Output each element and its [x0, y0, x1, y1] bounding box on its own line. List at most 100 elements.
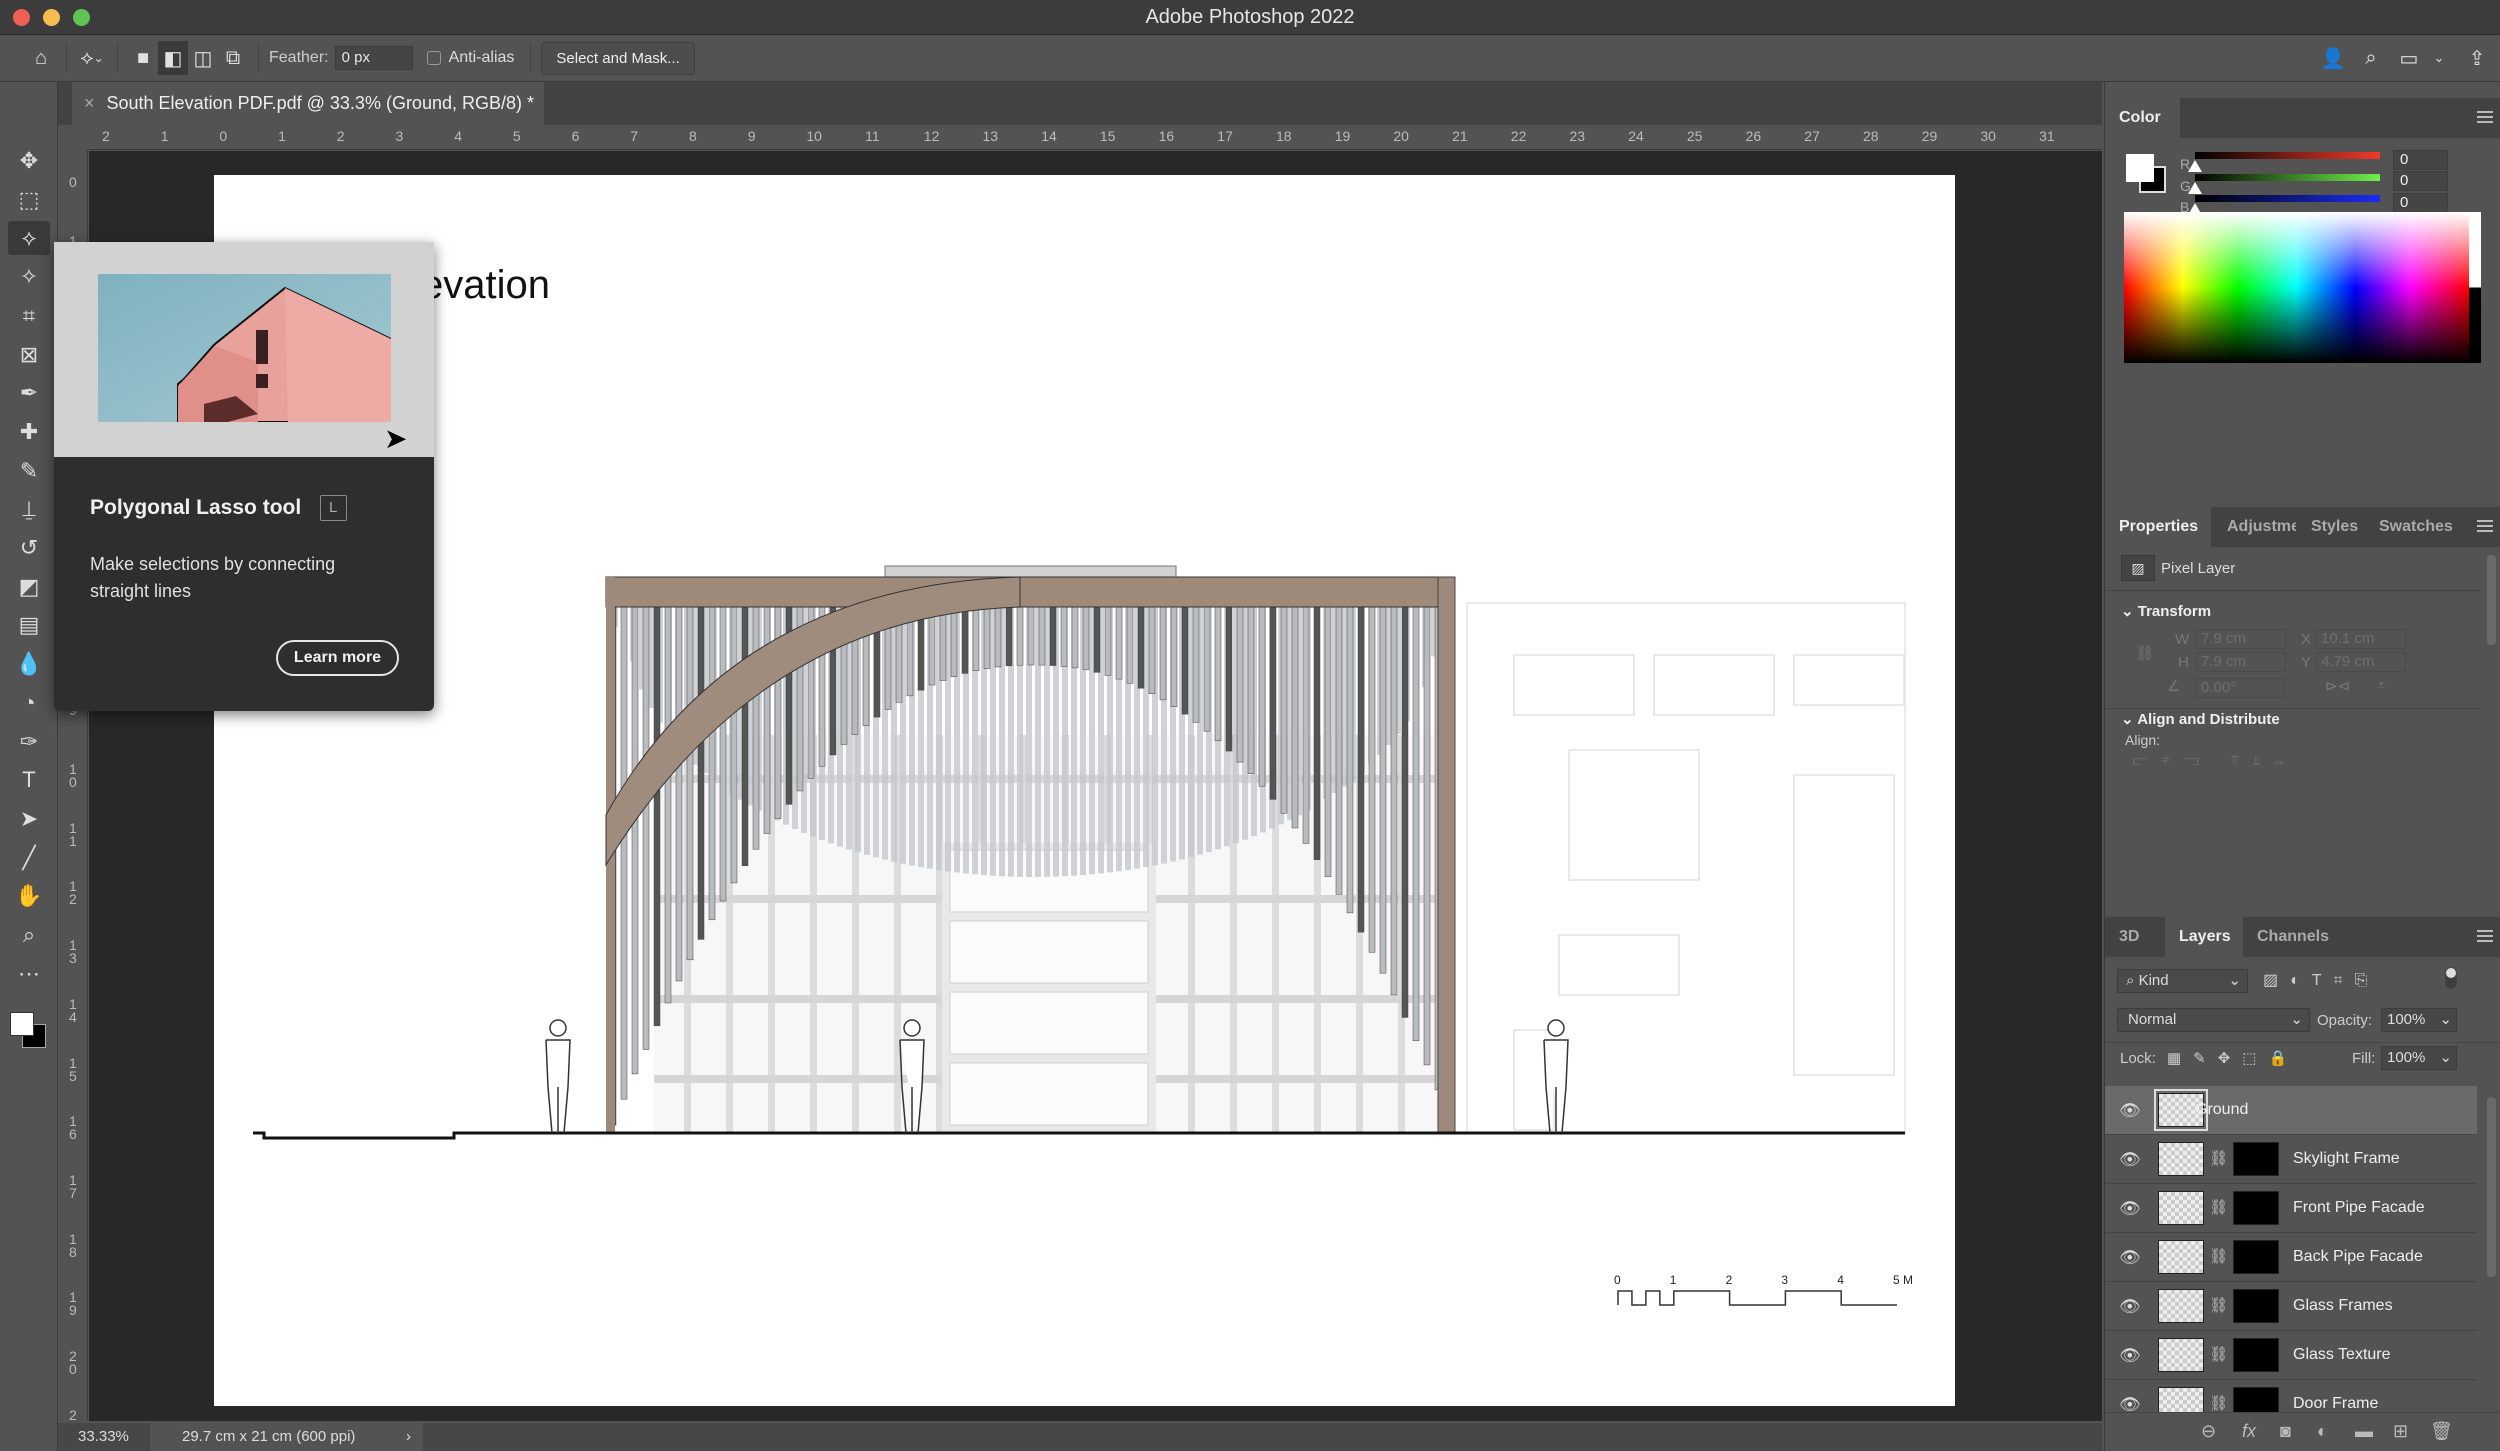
eyedropper-icon[interactable]: ✒	[8, 376, 50, 410]
mask-link-icon[interactable]: ⛓	[2209, 1149, 2228, 1167]
visibility-eye-icon[interactable]: 👁	[2119, 1346, 2141, 1366]
share-icon[interactable]: ⇪	[2462, 41, 2492, 75]
add-to-selection-icon[interactable]: ◧	[158, 41, 188, 75]
tab-swatches[interactable]: Swatches	[2365, 507, 2467, 547]
document-tab[interactable]: × South Elevation PDF.pdf @ 33.3% (Ground…	[72, 82, 544, 125]
add-mask-icon[interactable]: ◙	[2280, 1421, 2291, 1442]
visibility-eye-icon[interactable]: 👁	[2119, 1150, 2141, 1170]
marquee-icon[interactable]: ⬚	[8, 183, 50, 217]
layer-row[interactable]: 👁 ⛓ Back Pipe Facade	[2105, 1233, 2477, 1282]
tab-channels[interactable]: Channels	[2243, 917, 2343, 957]
g-slider[interactable]	[2195, 174, 2380, 181]
panel-menu-icon[interactable]	[2477, 520, 2493, 532]
color-spectrum[interactable]	[2124, 212, 2469, 363]
b-value[interactable]: 0	[2393, 193, 2448, 213]
layer-row[interactable]: 👁 ⛓ Glass Texture	[2105, 1331, 2477, 1380]
height-field[interactable]: 7.9 cm	[2196, 652, 2286, 672]
home-icon[interactable]: ⌂	[26, 41, 56, 75]
layer-mask-thumbnail[interactable]	[2233, 1289, 2279, 1323]
intersect-selection-icon[interactable]: ⧉	[218, 41, 248, 75]
layer-row[interactable]: 👁 ⛓ Skylight Frame	[2105, 1135, 2477, 1184]
stamp-icon[interactable]: ⍊	[8, 492, 50, 526]
tab-styles[interactable]: Styles	[2297, 507, 2372, 547]
layer-row[interactable]: 👁 ⛓ Glass Frames	[2105, 1282, 2477, 1331]
tab-properties[interactable]: Properties	[2105, 507, 2211, 547]
visibility-eye-icon[interactable]: 👁	[2119, 1101, 2141, 1121]
gradient-icon[interactable]: ▤	[8, 608, 50, 642]
tab-3d[interactable]: 3D	[2105, 917, 2165, 957]
angle-field[interactable]: 0.00°	[2196, 678, 2284, 698]
layers-scrollbar[interactable]	[2487, 1097, 2496, 1277]
frame-icon[interactable]: ⊠	[8, 338, 50, 372]
delete-layer-icon[interactable]: 🗑	[2430, 1421, 2453, 1442]
healing-icon[interactable]: ✚	[8, 415, 50, 449]
flip-horizontal-icon[interactable]: ⊳⊲	[2325, 677, 2350, 695]
y-field[interactable]: 4.79 cm	[2316, 652, 2406, 672]
layer-row[interactable]: 👁 ⛓ Door Frame	[2105, 1380, 2477, 1416]
minimize-window-button[interactable]	[43, 9, 60, 26]
new-layer-icon[interactable]: ⊞	[2393, 1421, 2408, 1442]
search-icon[interactable]: ⌕	[2356, 41, 2386, 75]
new-group-icon[interactable]: ▬	[2355, 1421, 2373, 1442]
align-buttons[interactable]: ⫍⫩⫎ ⫪⫫⫬	[2133, 752, 2297, 769]
eraser-icon[interactable]: ◩	[8, 570, 50, 604]
visibility-eye-icon[interactable]: 👁	[2119, 1248, 2141, 1268]
document-page[interactable]: South Elevation 012345 M	[214, 175, 1955, 1406]
pen-icon[interactable]: ✑	[8, 725, 50, 759]
layer-mask-thumbnail[interactable]	[2233, 1338, 2279, 1372]
adjustment-layer-icon[interactable]: ◐	[2317, 1421, 2328, 1442]
layer-mask-thumbnail[interactable]	[2233, 1142, 2279, 1176]
r-value[interactable]: 0	[2393, 150, 2448, 170]
mask-link-icon[interactable]: ⛓	[2209, 1345, 2228, 1363]
anti-alias-checkbox[interactable]	[426, 51, 441, 65]
b-slider[interactable]	[2195, 195, 2380, 202]
learn-more-button[interactable]: Learn more	[276, 640, 399, 676]
line-icon[interactable]: ╱	[8, 841, 50, 875]
layer-row[interactable]: 👁 ⛓ Front Pipe Facade	[2105, 1184, 2477, 1233]
layer-mask-thumbnail[interactable]	[2233, 1240, 2279, 1274]
visibility-eye-icon[interactable]: 👁	[2119, 1297, 2141, 1317]
properties-scrollbar[interactable]	[2487, 555, 2496, 645]
subtract-selection-icon[interactable]: ◫	[188, 41, 218, 75]
brush-icon[interactable]: ✎	[8, 454, 50, 488]
document-info[interactable]: 29.7 cm x 21 cm (600 ppi)	[150, 1423, 423, 1451]
align-section[interactable]: ⌄ Align and Distribute	[2121, 710, 2280, 728]
mask-link-icon[interactable]: ⛓	[2209, 1198, 2228, 1216]
x-field[interactable]: 10.1 cm	[2316, 629, 2406, 649]
more-icon[interactable]: ⋯	[8, 957, 50, 991]
fill-field[interactable]: 100% ⌄	[2381, 1046, 2457, 1070]
chevron-down-icon[interactable]: ⌄	[2424, 41, 2454, 75]
share-user-icon[interactable]: 👤	[2318, 41, 2348, 75]
mask-link-icon[interactable]: ⛓	[2209, 1296, 2228, 1314]
transform-section[interactable]: ⌄ Transform	[2121, 602, 2211, 620]
dodge-icon[interactable]: ◔	[8, 686, 50, 720]
close-tab-icon[interactable]: ×	[84, 93, 95, 113]
tab-color[interactable]: Color	[2105, 98, 2180, 138]
panel-menu-icon[interactable]	[2477, 930, 2493, 942]
select-and-mask-button[interactable]: Select and Mask...	[541, 41, 695, 75]
layer-filter-icons[interactable]: ▨◐T⌗⎘	[2263, 970, 2379, 990]
r-slider[interactable]	[2195, 152, 2380, 159]
workspace-icon[interactable]: ▭	[2394, 41, 2424, 75]
visibility-eye-icon[interactable]: 👁	[2119, 1199, 2141, 1219]
magic-wand-icon[interactable]: ✧	[8, 260, 50, 294]
lock-icons[interactable]: ▦✎✥⬚🔒	[2167, 1049, 2299, 1067]
horizontal-ruler[interactable]: 2 1 0 1 2 3 4 5 6 7 8 9 10 11 12 13 14 15 16 17 18 19 20 21 22 23…	[88, 125, 2102, 150]
filter-toggle[interactable]	[2445, 967, 2457, 989]
mask-link-icon[interactable]: ⛓	[2209, 1247, 2228, 1265]
blend-mode-dropdown[interactable]: Normal ⌄	[2117, 1008, 2310, 1032]
path-select-icon[interactable]: ➤	[8, 802, 50, 836]
tool-preset-picker[interactable]: ⟡ ⌄	[77, 41, 107, 75]
link-layers-icon[interactable]: ⊖	[2201, 1421, 2216, 1442]
layer-row[interactable]: 👁 Ground	[2105, 1086, 2477, 1135]
layer-filter-dropdown[interactable]: ⌕ Kind ⌄	[2117, 969, 2248, 993]
g-slider-thumb[interactable]	[2188, 182, 2202, 194]
foreground-color-chip[interactable]	[2126, 154, 2154, 182]
feather-input[interactable]: 0 px	[334, 46, 413, 70]
hand-icon[interactable]: ✋	[8, 879, 50, 913]
g-value[interactable]: 0	[2393, 171, 2448, 191]
opacity-field[interactable]: 100% ⌄	[2381, 1008, 2457, 1032]
type-icon[interactable]: T	[8, 763, 50, 797]
layer-mask-thumbnail[interactable]	[2233, 1191, 2279, 1225]
status-menu-arrow[interactable]: ›	[406, 1423, 411, 1451]
